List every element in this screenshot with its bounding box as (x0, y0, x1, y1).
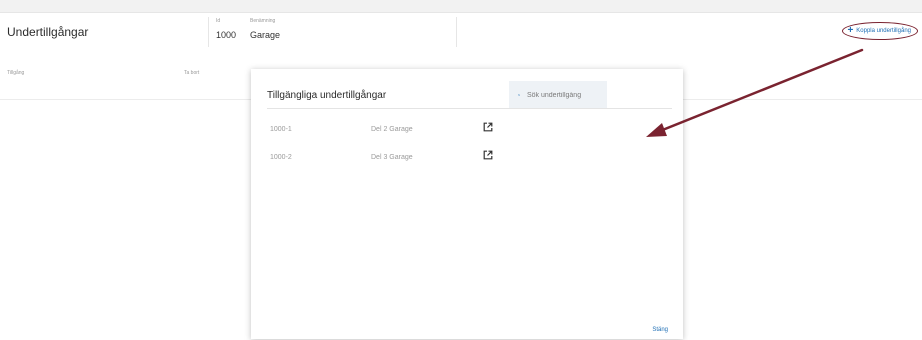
plus-icon: + (847, 25, 854, 36)
search-field[interactable] (509, 81, 607, 109)
subasset-id: 1000-1 (270, 126, 292, 133)
dialog-divider (267, 108, 672, 109)
list-item: 1000-2 Del 3 Garage (267, 150, 672, 170)
id-value: 1000 (216, 30, 237, 40)
search-input[interactable] (525, 90, 607, 100)
search-icon (518, 94, 520, 96)
dialog-title: Tillgängliga undertillgångar (267, 90, 387, 101)
name-label: Benämning (250, 18, 276, 24)
subasset-name: Del 3 Garage (371, 154, 413, 161)
header-divider (208, 17, 209, 47)
list-item: 1000-1 Del 2 Garage (267, 122, 672, 142)
name-value: Garage (250, 30, 281, 40)
link-subasset-button[interactable]: + Koppla undertillgång (842, 22, 918, 40)
column-header-remove: Ta bort (184, 70, 200, 76)
available-subassets-dialog: Tillgängliga undertillgångar 1000-1 Del … (251, 69, 683, 339)
link-subasset-label: Koppla undertillgång (856, 28, 911, 34)
section-title: Undertillgångar (7, 25, 89, 39)
subassets-header: Undertillgångar Id 1000 Benämning Garage… (0, 12, 922, 50)
open-external-icon[interactable] (483, 150, 493, 160)
open-external-icon[interactable] (483, 122, 493, 132)
subasset-id: 1000-2 (270, 154, 292, 161)
header-divider (456, 17, 457, 47)
subasset-name: Del 2 Garage (371, 126, 413, 133)
close-button[interactable]: Stäng (652, 327, 668, 333)
top-strip (0, 0, 922, 12)
column-header-asset: Tillgång (7, 70, 25, 76)
id-label: Id (216, 18, 221, 24)
